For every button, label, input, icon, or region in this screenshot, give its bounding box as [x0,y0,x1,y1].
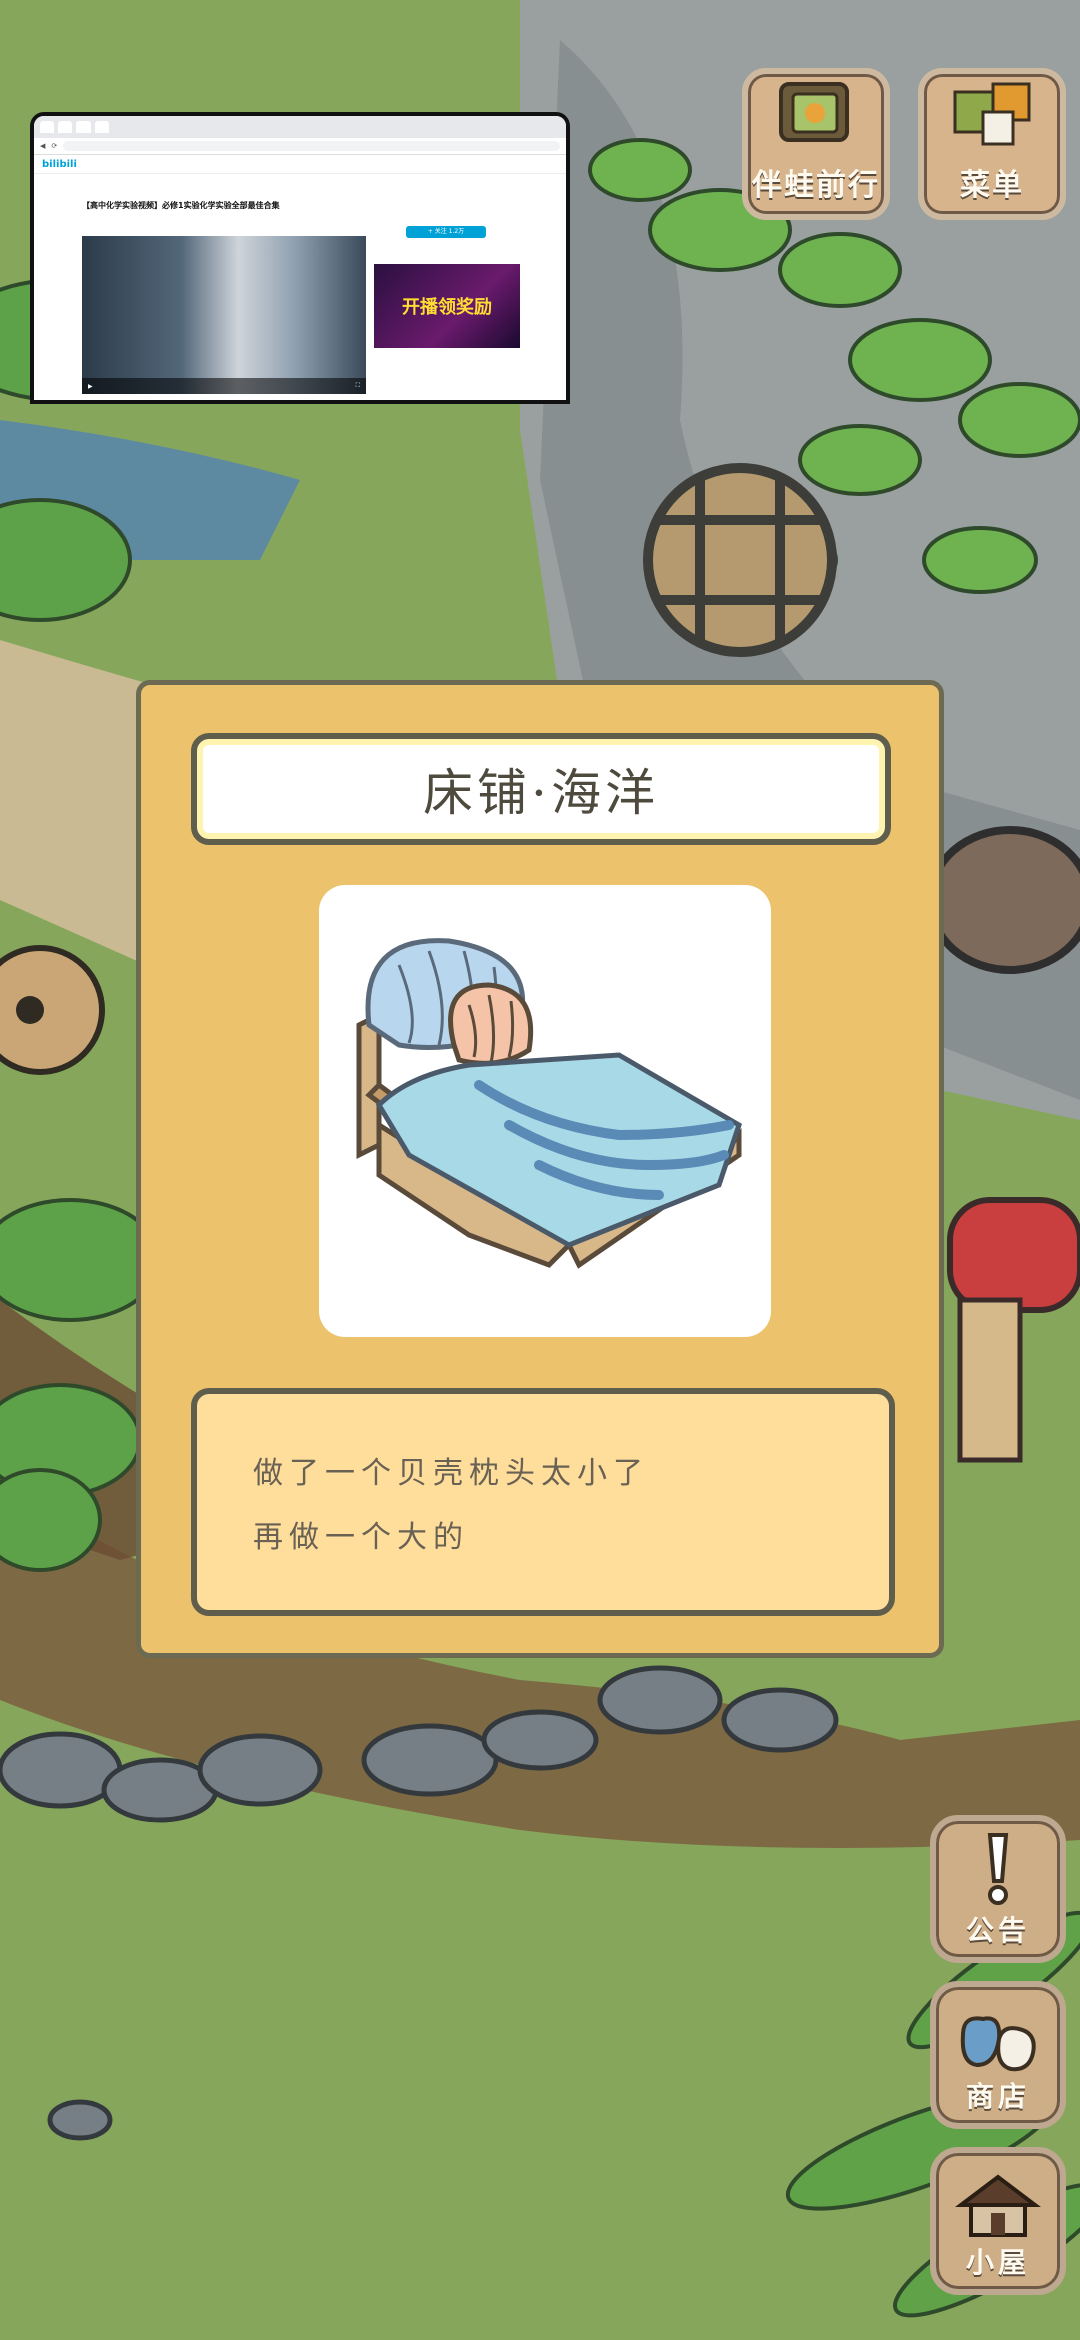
house-icon [955,2174,1041,2237]
top-button-bar: 伴蛙前行 菜单 [742,68,1066,220]
shop-label: 商店 [965,2080,1030,2113]
fullscreen-icon[interactable]: ⛶ [356,382,360,390]
browser-tab[interactable] [76,121,91,133]
map-icon [779,82,849,142]
bags-icon [960,2016,1036,2072]
item-image-frame [319,885,771,1337]
browser-tab[interactable] [40,121,55,133]
ad-banner[interactable]: 开播领奖励 [374,264,520,348]
browser-tab[interactable] [94,121,109,133]
travel-label: 伴蛙前行 [752,168,880,203]
item-title-box: 床铺·海洋 [191,733,891,845]
video-player[interactable]: ▶ ⛶ [82,236,366,394]
back-icon[interactable]: ◀ [40,142,45,150]
notice-button[interactable]: 公告 [930,1815,1066,1963]
side-button-bar: 公告 商店 小屋 [930,1815,1066,2295]
shop-button[interactable]: 商店 [930,1981,1066,2129]
browser-overlay-window[interactable]: ◀ ⟳ bilibili 【高中化学实验视频】必修1实验化学实验全部最佳合集 ▶… [30,112,570,404]
exclamation-icon [987,1833,1009,1905]
item-description-box: 做了一个贝壳枕头太小了 再做一个大的 [191,1388,895,1616]
house-button[interactable]: 小屋 [930,2147,1066,2295]
site-logo[interactable]: bilibili [42,159,77,170]
item-title: 床铺·海洋 [423,764,659,822]
video-title[interactable]: 【高中化学实验视频】必修1实验化学实验全部最佳合集 [82,200,280,211]
menu-cards-icon [953,82,1031,146]
item-detail-card: 床铺·海洋 做了一个贝壳枕头太小了 再做一个大的 [136,680,944,1658]
notice-label: 公告 [965,1914,1030,1947]
menu-label: 菜单 [960,168,1024,203]
browser-tab-strip [34,116,566,138]
description-line: 做了一个贝壳枕头太小了 [253,1456,649,1491]
refresh-icon[interactable]: ⟳ [51,142,57,150]
description-line: 再做一个大的 [253,1520,469,1555]
house-label: 小屋 [965,2246,1030,2279]
follow-button[interactable]: + 关注 1.2万 [406,226,486,238]
menu-button[interactable]: 菜单 [918,68,1066,220]
video-controls[interactable]: ▶ ⛶ [82,378,366,394]
play-icon[interactable]: ▶ [88,383,93,390]
address-bar[interactable] [63,141,560,151]
browser-address-row: ◀ ⟳ [34,138,566,155]
shell-bed-icon [356,938,743,1269]
travel-button[interactable]: 伴蛙前行 [742,68,890,220]
site-nav: bilibili [34,155,566,174]
browser-tab[interactable] [58,121,73,133]
